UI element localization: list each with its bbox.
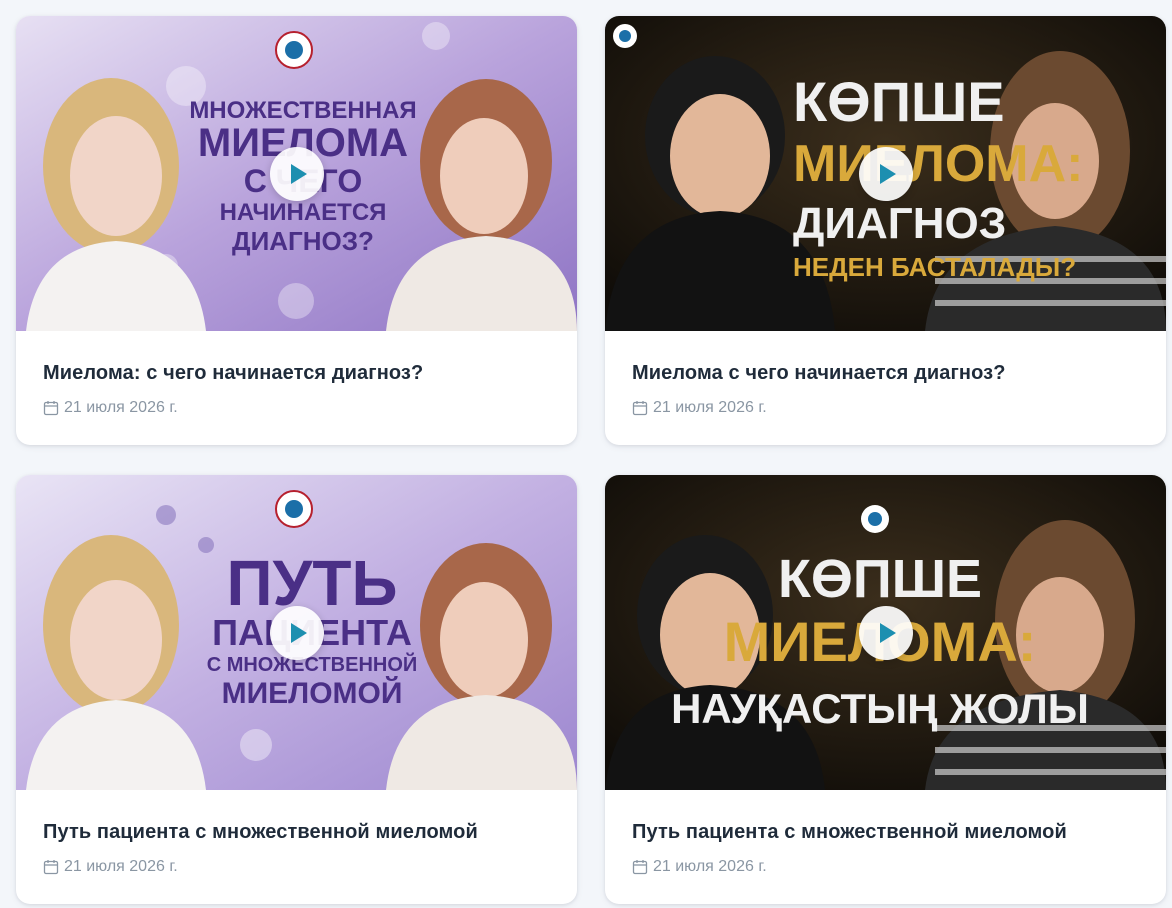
thumb-line: КӨПШЕ: [778, 549, 982, 609]
video-title[interactable]: Миелома с чего начинается диагноз?: [632, 361, 1139, 385]
play-icon: [290, 622, 307, 643]
video-date: 21 июля 2026 г.: [43, 858, 550, 876]
video-date: 21 июля 2026 г.: [632, 399, 1139, 417]
thumb-line: КӨПШЕ: [793, 70, 1005, 133]
video-card[interactable]: МНОЖЕСТВЕННАЯ МИЕЛОМА С ЧЕГО НАЧИНАЕТСЯ …: [16, 16, 577, 445]
date-text: 21 июля 2026 г.: [653, 399, 767, 416]
video-card[interactable]: КӨПШЕ МИЕЛОМА: НАУҚАСТЫҢ ЖОЛЫ Путь пацие…: [605, 475, 1166, 904]
video-title[interactable]: Миелома: с чего начинается диагноз?: [43, 361, 550, 385]
video-date: 21 июля 2026 г.: [43, 399, 550, 417]
play-button[interactable]: [858, 605, 913, 660]
video-card[interactable]: ПУТЬ ПАЦИЕНТА С МНОЖЕСТВЕННОЙ МИЕЛОМОЙ П…: [16, 475, 577, 904]
video-grid: МНОЖЕСТВЕННАЯ МИЕЛОМА С ЧЕГО НАЧИНАЕТСЯ …: [16, 16, 1166, 904]
video-thumbnail[interactable]: ПУТЬ ПАЦИЕНТА С МНОЖЕСТВЕННОЙ МИЕЛОМОЙ: [16, 475, 577, 790]
video-date: 21 июля 2026 г.: [632, 858, 1139, 876]
date-text: 21 июля 2026 г.: [653, 858, 767, 875]
thumb-line: ДИАГНОЗ: [793, 199, 1006, 248]
video-card[interactable]: КӨПШЕ МИЕЛОМА: ДИАГНОЗ НЕДЕН БАСТАЛАДЫ? …: [605, 16, 1166, 445]
play-icon: [879, 163, 896, 184]
thumb-line: ПУТЬ: [227, 547, 398, 619]
calendar-icon: [632, 401, 648, 416]
play-button[interactable]: [269, 146, 324, 201]
thumb-line: МНОЖЕСТВЕННАЯ: [189, 97, 416, 124]
thumb-line: НЕДЕН БАСТАЛАДЫ?: [793, 252, 1076, 282]
thumb-line: НАУҚАСТЫҢ ЖОЛЫ: [671, 685, 1089, 732]
video-thumbnail[interactable]: КӨПШЕ МИЕЛОМА: НАУҚАСТЫҢ ЖОЛЫ: [605, 475, 1166, 790]
video-thumbnail[interactable]: МНОЖЕСТВЕННАЯ МИЕЛОМА С ЧЕГО НАЧИНАЕТСЯ …: [16, 16, 577, 331]
play-button[interactable]: [269, 605, 324, 660]
thumb-line: С МНОЖЕСТВЕННОЙ: [207, 652, 418, 676]
date-text: 21 июля 2026 г.: [64, 858, 178, 875]
video-title[interactable]: Путь пациента с множественной миеломой: [632, 820, 1139, 844]
calendar-icon: [632, 860, 648, 875]
thumb-line: НАЧИНАЕТСЯ: [220, 199, 387, 226]
play-button[interactable]: [858, 146, 913, 201]
date-text: 21 июля 2026 г.: [64, 399, 178, 416]
calendar-icon: [43, 860, 59, 875]
video-thumbnail[interactable]: КӨПШЕ МИЕЛОМА: ДИАГНОЗ НЕДЕН БАСТАЛАДЫ?: [605, 16, 1166, 331]
thumb-line: ДИАГНОЗ?: [232, 226, 374, 256]
play-icon: [290, 163, 307, 184]
thumb-line: МИЕЛОМОЙ: [222, 676, 403, 710]
thumb-line: МИЕЛОМА:: [793, 135, 1084, 193]
calendar-icon: [43, 401, 59, 416]
play-icon: [879, 622, 896, 643]
video-title[interactable]: Путь пациента с множественной миеломой: [43, 820, 550, 844]
